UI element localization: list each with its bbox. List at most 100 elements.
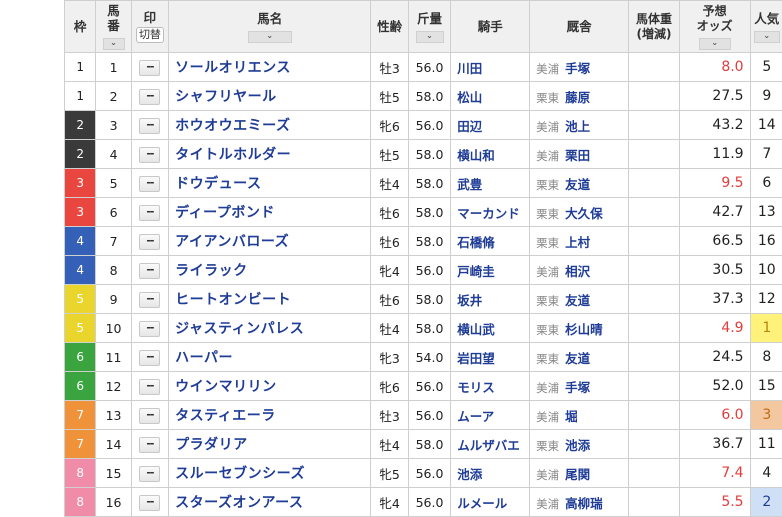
trainer-link[interactable]: 上村 — [565, 235, 590, 250]
trainer-link[interactable]: 高柳瑞 — [565, 496, 603, 511]
horse-name-cell: ヒートオンビート — [168, 284, 372, 314]
table-row: 1 2 -- シャフリヤール 牡5 58.0 松山 栗東 藤原 27.5 9 — [63, 81, 782, 111]
jockey-cell[interactable]: 戸崎圭 — [450, 255, 531, 285]
trainer-link[interactable]: 栗田 — [565, 148, 590, 163]
trainer-link[interactable]: 杉山晴 — [565, 322, 603, 337]
header-popularity[interactable]: 人気 ⌄ — [749, 0, 782, 53]
mark-select-button[interactable]: -- — [139, 175, 161, 192]
sex-age-cell: 牡4 — [370, 168, 409, 198]
jockey-cell[interactable]: マーカンド — [450, 197, 531, 227]
horse-name-link[interactable]: ライラック — [175, 263, 248, 279]
trainer-link[interactable]: 手塚 — [565, 380, 590, 395]
sort-popularity-button[interactable]: ⌄ — [753, 30, 780, 43]
table-row: 7 13 -- タスティエーラ 牡3 56.0 ムーア 美浦堀 6.0 3 — [63, 400, 782, 430]
trainer-link[interactable]: 尾関 — [565, 467, 590, 482]
umaban-cell: 16 — [95, 487, 132, 517]
horse-name-link[interactable]: ドウデュース — [175, 176, 261, 192]
mark-select-button[interactable]: -- — [139, 320, 161, 337]
mark-select-button[interactable]: -- — [139, 465, 161, 482]
horse-name-link[interactable]: ウインマリリン — [175, 379, 277, 395]
trainer-link[interactable]: 友道 — [565, 351, 590, 366]
mark-toggle-button[interactable]: 切替 — [135, 27, 164, 43]
sort-horse-button[interactable]: ⌄ — [247, 30, 292, 43]
header-odds[interactable]: 予想 オッズ ⌄ — [678, 0, 751, 53]
jockey-cell[interactable]: 松山 — [450, 81, 531, 111]
sort-weight-button[interactable]: ⌄ — [415, 30, 444, 43]
mark-select-button[interactable]: -- — [139, 59, 161, 76]
sort-odds-button[interactable]: ⌄ — [698, 37, 731, 50]
mark-select-button[interactable]: -- — [139, 291, 161, 308]
jockey-cell[interactable]: 武豊 — [450, 168, 531, 198]
horse-name-link[interactable]: シャフリヤール — [175, 89, 277, 105]
trainer-link[interactable]: 相沢 — [565, 264, 590, 279]
odds-cell: 9.5 — [678, 168, 751, 198]
stable-cell: 栗東 友道 — [529, 342, 630, 372]
header-umaban[interactable]: 馬 番 ⌄ — [95, 0, 132, 53]
horse-name-link[interactable]: スターズオンアース — [175, 495, 303, 511]
horse-name-link[interactable]: ディープボンド — [175, 205, 275, 221]
jockey-cell[interactable]: モリス — [450, 371, 531, 401]
odds-cell: 37.3 — [678, 284, 751, 314]
mark-select-button[interactable]: -- — [139, 407, 161, 424]
mark-cell: -- — [130, 139, 170, 169]
jockey-cell[interactable]: 横山武 — [450, 313, 531, 343]
horse-name-link[interactable]: ホウオウエミーズ — [175, 118, 290, 134]
horse-name-link[interactable]: ヒートオンビート — [175, 292, 291, 308]
mark-cell: -- — [130, 52, 170, 82]
horse-name-link[interactable]: プラダリア — [175, 437, 248, 453]
horse-name-link[interactable]: タスティエーラ — [175, 408, 276, 424]
umaban-cell: 4 — [95, 139, 132, 169]
bodyweight-cell — [628, 139, 680, 169]
trainer-link[interactable]: 藤原 — [565, 90, 590, 105]
mark-select-button[interactable]: -- — [139, 233, 161, 250]
jockey-cell[interactable]: ムルザバエ — [450, 429, 531, 459]
mark-cell: -- — [130, 168, 170, 198]
popularity-cell: 10 — [749, 255, 782, 285]
mark-select-button[interactable]: -- — [139, 436, 161, 453]
horse-name-link[interactable]: タイトルホルダー — [175, 147, 291, 163]
horse-name-link[interactable]: ソールオリエンス — [175, 60, 291, 76]
weight-cell: 58.0 — [407, 226, 452, 256]
sex-age-cell: 牡5 — [370, 139, 409, 169]
bodyweight-cell — [628, 168, 680, 198]
mark-select-button[interactable]: -- — [139, 88, 161, 105]
mark-select-button[interactable]: -- — [139, 146, 161, 163]
horse-name-link[interactable]: スルーセブンシーズ — [175, 466, 305, 482]
sex-age-cell: 牡4 — [370, 429, 409, 459]
stable-region: 美浦 — [536, 409, 560, 424]
trainer-link[interactable]: 池添 — [565, 438, 590, 453]
mark-select-button[interactable]: -- — [139, 262, 161, 279]
trainer-link[interactable]: 友道 — [565, 293, 590, 308]
bodyweight-cell — [628, 400, 680, 430]
jockey-cell[interactable]: 川田 — [450, 52, 531, 82]
trainer-link[interactable]: 手塚 — [565, 61, 590, 76]
mark-select-button[interactable]: -- — [139, 117, 161, 134]
mark-select-button[interactable]: -- — [139, 378, 161, 395]
horse-name-link[interactable]: ジャスティンパレス — [175, 321, 304, 337]
jockey-cell[interactable]: ムーア — [450, 400, 531, 430]
horse-name-link[interactable]: ハーパー — [175, 350, 233, 366]
jockey-cell[interactable]: 池添 — [450, 458, 531, 488]
mark-select-button[interactable]: -- — [139, 204, 161, 221]
mark-select-button[interactable]: -- — [139, 494, 161, 511]
odds-cell: 42.7 — [678, 197, 751, 227]
jockey-cell[interactable]: ルメール — [450, 487, 531, 517]
jockey-cell[interactable]: 田辺 — [450, 110, 531, 140]
sort-umaban-button[interactable]: ⌄ — [102, 38, 125, 50]
jockey-cell[interactable]: 坂井 — [450, 284, 531, 314]
trainer-link[interactable]: 大久保 — [565, 206, 603, 221]
trainer-link[interactable]: 堀 — [565, 409, 578, 424]
header-sex-age: 性齢 — [370, 0, 409, 53]
horse-name-link[interactable]: アイアンバローズ — [175, 234, 289, 250]
jockey-cell[interactable]: 石橋脩 — [450, 226, 531, 256]
trainer-link[interactable]: 友道 — [565, 177, 590, 192]
mark-cell: -- — [130, 458, 170, 488]
bodyweight-cell — [628, 429, 680, 459]
jockey-cell[interactable]: 横山和 — [450, 139, 531, 169]
trainer-link[interactable]: 池上 — [565, 119, 590, 134]
header-weight[interactable]: 斤量 ⌄ — [407, 0, 452, 53]
header-horse-name[interactable]: 馬名 ⌄ — [168, 0, 372, 53]
mark-select-button[interactable]: -- — [139, 349, 161, 366]
jockey-cell[interactable]: 岩田望 — [450, 342, 531, 372]
header-bodyweight: 馬体重 (増減) — [628, 0, 680, 53]
